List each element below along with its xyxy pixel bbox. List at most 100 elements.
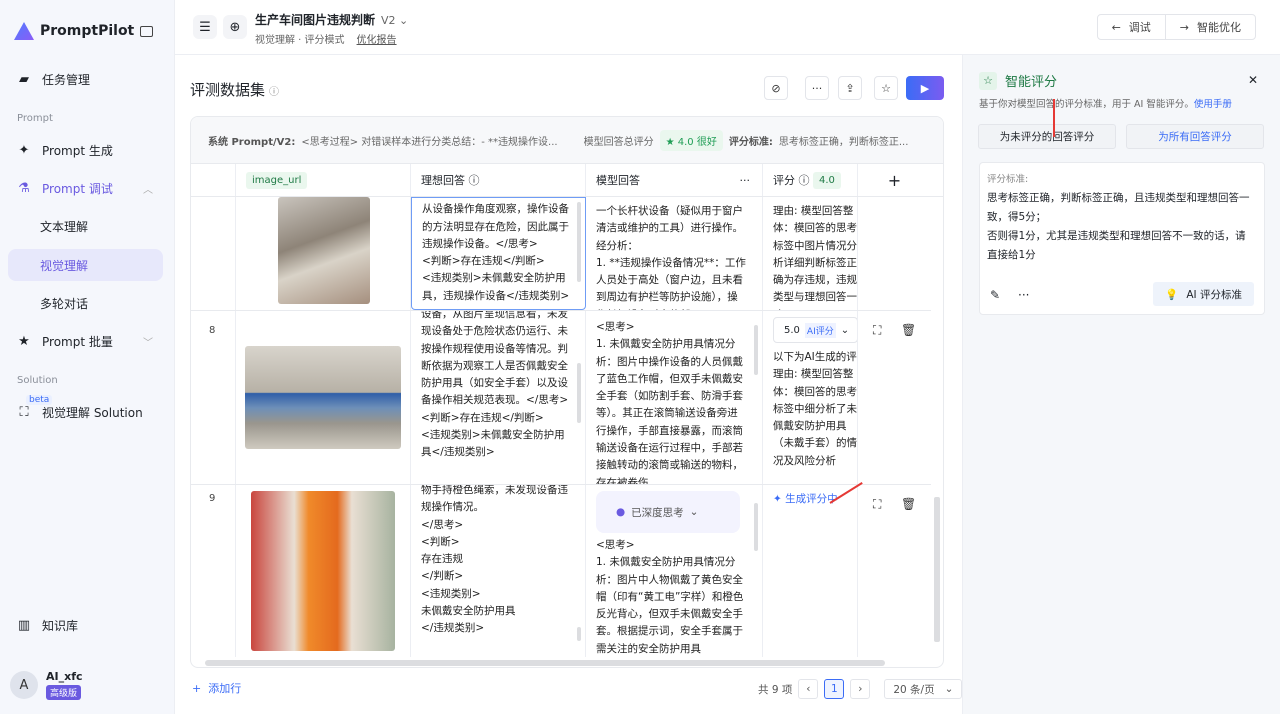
nav-buttons: ← 调试 → 智能优化	[1096, 14, 1256, 40]
score-unscored-button[interactable]: 为未评分的回答评分	[978, 124, 1116, 149]
close-icon[interactable]: ✕	[1248, 73, 1258, 87]
sidebar-item-text[interactable]: 文本理解	[8, 210, 163, 242]
version-select[interactable]: V2 ⌄	[381, 14, 408, 27]
mode-label: 视觉理解 · 评分模式	[255, 35, 345, 46]
star-icon[interactable]: ☆	[874, 76, 898, 100]
upload-icon[interactable]: ⇪	[838, 76, 862, 100]
label: 模型回答	[596, 174, 640, 187]
header-image[interactable]: image_url	[236, 164, 411, 196]
total-score-label: 模型回答总评分	[583, 136, 654, 148]
panel-description: 基于你对模型回答的评分标准，用于 AI 智能评分。使用手册	[979, 96, 1232, 110]
ai-criteria-button[interactable]: 💡 AI 评分标准	[1153, 282, 1254, 306]
total-count: 共 9 项	[758, 683, 793, 696]
next-page-button[interactable]: ›	[850, 679, 871, 699]
scrollbar[interactable]	[577, 627, 581, 641]
app-name: PromptPilot	[40, 23, 135, 39]
chevron-down-icon: ⌄	[689, 506, 699, 518]
sidebar-item-batch[interactable]: ★ Prompt 批量 ﹀	[8, 325, 163, 357]
score-all-button[interactable]: 为所有回答评分	[1126, 124, 1264, 149]
score-select[interactable]: 5.0 AI评分 ⌄	[773, 317, 857, 343]
ideal-cell[interactable]: 物手持橙色绳索，未发现设备违规操作情况。 </思考> <判断> 存在违规 </判…	[411, 485, 586, 657]
table-row: 9 物手持橙色绳索，未发现设备违规操作情况。 </思考> <判断> 存在违规 <…	[191, 485, 931, 657]
add-row-button[interactable]: + 添加行	[192, 680, 241, 696]
score: 5.0	[784, 324, 800, 336]
logo[interactable]: PromptPilot	[14, 22, 134, 40]
label: Prompt 生成	[42, 143, 113, 158]
version: V2	[381, 14, 396, 27]
criteria-text[interactable]: 思考标签正确，判断标签正...	[779, 133, 909, 148]
sidebar-item-prompt-debug[interactable]: ⚗ Prompt 调试 ︿	[8, 172, 163, 204]
ai-score-tag: AI评分	[804, 322, 836, 338]
help-icon[interactable]: ⓘ	[469, 172, 480, 188]
criteria-text[interactable]: 思考标签正确，判断标签正确，且违规类型和理想回答一致，得5分； 否则得1分，尤其…	[987, 189, 1254, 265]
manual-link[interactable]: 使用手册	[1194, 99, 1232, 110]
scrollbar[interactable]	[577, 202, 581, 282]
more-icon[interactable]: ···	[805, 76, 829, 100]
sidebar-item-prompt-gen[interactable]: ✦ Prompt 生成	[8, 134, 163, 166]
image-thumbnail[interactable]	[245, 346, 401, 449]
image-thumbnail[interactable]	[278, 197, 370, 304]
scrollbar[interactable]	[754, 503, 758, 551]
avatar: A	[10, 671, 38, 699]
ideal-text[interactable]: 题，了日前考交生防护用具， 从设备操作角度观察，操作设备的方法明显存在危险，因此…	[422, 198, 571, 305]
sidebar-item-vision[interactable]: 视觉理解	[8, 249, 163, 281]
check-circle-icon: ●	[616, 506, 626, 518]
page-title: 生产车间图片违规判断 V2 ⌄	[255, 11, 408, 28]
sidebar-item-tasks[interactable]: ▰ 任务管理	[8, 63, 163, 95]
header-score[interactable]: 评分 ⓘ 4.0	[763, 164, 858, 196]
info-icon[interactable]: ⓘ	[269, 87, 279, 98]
back-debug-button[interactable]: ← 调试	[1098, 15, 1165, 39]
ideal-cell[interactable]: 设备，从图片呈现信息看，未发现设备处于危险状态仍运行、未按操作规程使用设备等情况…	[411, 311, 586, 484]
sidebar-item-vision-solution[interactable]: ⛶ 视觉理解 Solution	[8, 396, 163, 428]
scrollbar[interactable]	[577, 363, 581, 423]
model-cell: 一个长杆状设备（疑似用于窗户清洁或维护的工具）进行操作。经分析： 1. **违规…	[586, 197, 763, 310]
image-cell[interactable]	[236, 485, 411, 657]
image-cell[interactable]	[236, 197, 411, 310]
label: 多轮对话	[40, 296, 89, 311]
hide-icon[interactable]: ⊘	[764, 76, 788, 100]
score-cell: 5.0 AI评分 ⌄ 以下为AI生成的评理由: 模型回答整体：模回答的思考标签中细分…	[763, 311, 858, 484]
user-name: AI_xfc	[46, 670, 83, 683]
image-cell[interactable]	[236, 311, 411, 484]
vertical-scrollbar[interactable]	[934, 497, 940, 642]
ideal-cell-editing[interactable]: 题，了日前考交生防护用具， 从设备操作角度观察，操作设备的方法明显存在危险，因此…	[411, 197, 586, 310]
horizontal-scrollbar[interactable]	[205, 660, 885, 666]
sidebar-item-multiturn[interactable]: 多轮对话	[8, 287, 163, 319]
help-icon[interactable]: ⓘ	[799, 172, 810, 188]
page-1[interactable]: 1	[824, 679, 845, 699]
edit-icon[interactable]: ✎	[990, 288, 1000, 302]
sidebar-toggle-icon[interactable]	[140, 26, 153, 37]
prompt-text[interactable]: <思考过程> 对错误样本进行分类总结：- **违规操作设...	[301, 133, 557, 148]
more-icon[interactable]: ···	[740, 174, 751, 187]
prev-page-button[interactable]: ‹	[798, 679, 819, 699]
plan-badge: 高级版	[46, 685, 82, 700]
row-index	[191, 197, 236, 310]
image-thumbnail[interactable]	[251, 491, 395, 651]
user-profile[interactable]: A AI_xfc 高级版	[10, 670, 83, 700]
delete-icon[interactable]: 🗑	[901, 323, 916, 337]
header-ideal[interactable]: 理想回答 ⓘ	[411, 164, 586, 196]
expand-icon[interactable]: ⛶	[873, 323, 881, 338]
chevron-down-icon: ﹀	[143, 337, 153, 349]
sidebar-item-knowledge[interactable]: ▥ 知识库	[8, 609, 163, 641]
menu-icon[interactable]: ☰	[193, 15, 217, 39]
page-size-select[interactable]: 20 条/页 ⌄	[884, 679, 963, 699]
smart-optimize-button[interactable]: → 智能优化	[1164, 15, 1255, 39]
chevron-down-icon: ⌄	[944, 683, 954, 695]
header-model[interactable]: 模型回答 ···	[586, 164, 763, 196]
label: 知识库	[42, 618, 79, 633]
more-icon[interactable]: ···	[1018, 288, 1029, 302]
run-button[interactable]: ▶	[906, 76, 944, 100]
add-column-icon[interactable]: +	[858, 164, 931, 196]
index: 9	[209, 493, 216, 504]
scrollbar[interactable]	[754, 325, 758, 375]
label: 已深度思考	[631, 506, 684, 519]
label: Prompt 批量	[42, 334, 113, 349]
prompt-label: 系统 Prompt/V2:	[208, 136, 296, 148]
add-circle-icon[interactable]: ⊕	[223, 15, 247, 39]
delete-icon[interactable]: 🗑	[901, 497, 916, 511]
deep-thinking-toggle[interactable]: ● 已深度思考 ⌄	[596, 491, 740, 533]
report-link[interactable]: 优化报告	[357, 35, 397, 46]
expand-icon[interactable]: ⛶	[873, 497, 881, 512]
logo-icon	[14, 22, 34, 40]
